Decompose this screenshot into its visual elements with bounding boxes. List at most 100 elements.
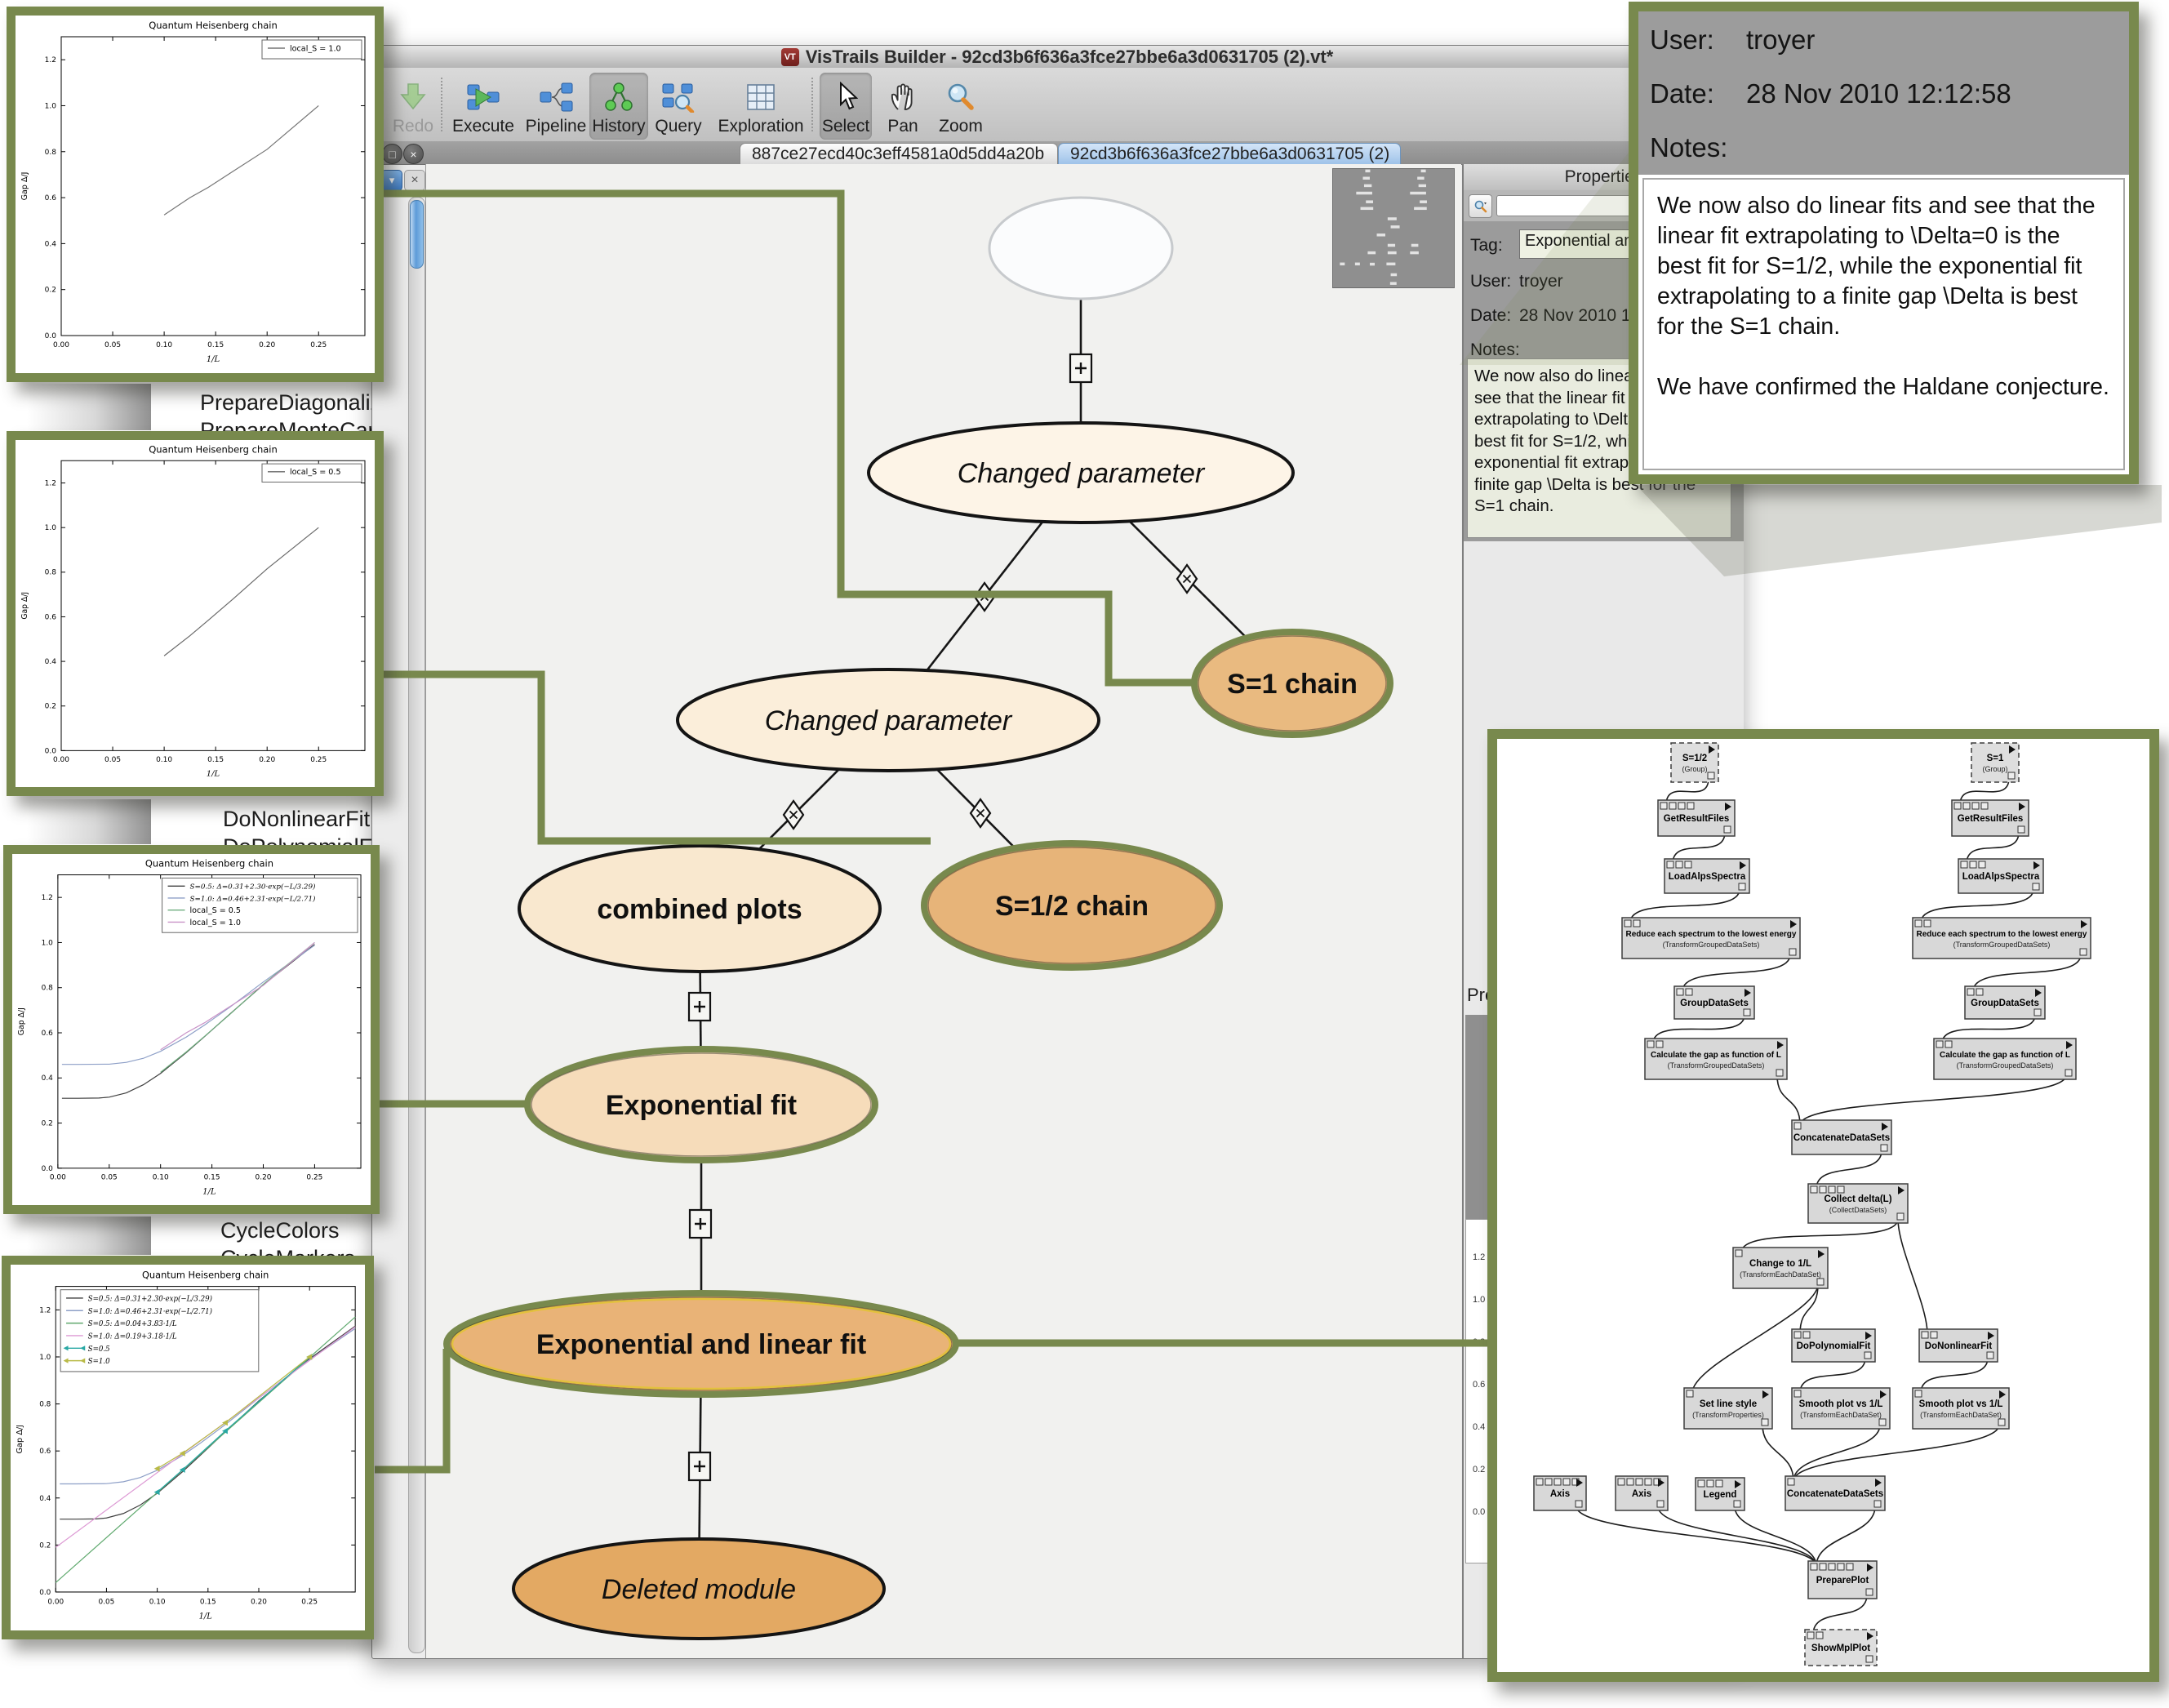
minimap-module-mark [1388,244,1395,247]
x-tick-label: 0.25 [310,341,327,349]
pipeline-connection [1813,1595,1867,1635]
pipeline-module-axis[interactable]: Axis [1616,1476,1668,1510]
diamond-expand-marker[interactable] [784,801,803,829]
pipeline-module-dononlinearfit[interactable]: DoNonlinearFit [1919,1329,1998,1362]
minimap-module-mark [1410,192,1426,195]
pipeline-module-getresultfiles[interactable]: GetResultFiles [1658,800,1735,836]
tab-xml-file[interactable]: 887ce27ecd40c3eff4581a0d5dd4a20b.xml [740,143,1058,164]
pipeline-module-prepareplot[interactable]: PreparePlot [1808,1561,1877,1599]
toolbar-button-query[interactable]: Query [651,73,705,140]
pipeline-module-reduce-each-spectrum-to-the-lowest-energy[interactable]: Reduce each spectrum to the lowest energ… [1622,918,1800,959]
clear-search-button[interactable]: × [404,170,425,191]
module-name: LoadAlpsSpectra [1669,872,1746,882]
version-node-combined-plots[interactable]: combined plots [519,846,880,972]
pipeline-module-loadalpsspectra[interactable]: LoadAlpsSpectra [1958,859,2043,893]
pipeline-module-loadalpsspectra[interactable]: LoadAlpsSpectra [1665,859,1749,893]
version-node-label: combined plots [597,894,802,925]
plus-expand-marker[interactable] [1070,354,1091,382]
toolbar-button-redo[interactable]: Redo [387,73,439,140]
pipeline-module-concatenatedatasets[interactable]: ConcatenateDataSets [1792,1120,1891,1154]
x-tick-label: 0.20 [256,1174,272,1182]
search-icon[interactable] [1469,194,1492,218]
version-node-label: Changed parameter [958,458,1206,489]
module-name: GetResultFiles [1958,814,2024,824]
tab-vt-file-selected[interactable]: 92cd3b6f636a3fce27bbe6a3d0631705 (2).vt* [1058,143,1401,164]
window-titlebar[interactable]: VT VisTrails Builder - 92cd3b6f636a3fce2… [372,46,1742,69]
module-name: ConcatenateDataSets [1787,1489,1883,1499]
user-label: User: [1650,24,1714,56]
plus-expand-marker[interactable] [689,993,710,1021]
version-node-changed-parameter-1[interactable]: Changed parameter [869,423,1293,523]
version-node-exponential-and-linear-fit[interactable]: Exponential and linear fit [447,1293,956,1394]
pipeline-module-calculate-the-gap-as-function-of-l[interactable]: Calculate the gap as function of L(Trans… [1934,1039,2076,1079]
version-node-s12-chain[interactable]: S=1/2 chain [924,843,1220,967]
module-name-label: DoNonlinearFit [223,805,384,833]
legend-entry: local_S = 1.0 [190,918,242,927]
pipeline-minimap[interactable] [1332,168,1455,288]
toolbar-button-exploration[interactable]: Exploration [715,73,807,140]
pipeline-module-groupdatasets[interactable]: GroupDataSets [1674,986,1754,1019]
pipeline-module-dopolynomialfit[interactable]: DoPolynomialFit [1792,1329,1875,1362]
version-search-scope-button[interactable]: ▾ [381,170,402,191]
pipeline-module-reduce-each-spectrum-to-the-lowest-energy[interactable]: Reduce each spectrum to the lowest energ… [1913,918,2091,959]
version-node-exponential-fit[interactable]: Exponential fit [527,1049,875,1160]
pipeline-module-axis[interactable]: Axis [1534,1476,1586,1510]
pipeline-module-calculate-the-gap-as-function-of-l[interactable]: Calculate the gap as function of L(Trans… [1645,1039,1787,1079]
minimap-module-mark [1419,185,1426,188]
toolbar-button-history[interactable]: History [589,73,648,140]
toolbar-button-pipeline[interactable]: Pipeline [524,73,588,140]
y-tick-label: 0.0 [45,747,57,755]
plus-expand-marker[interactable] [689,1452,710,1480]
pipeline-module-s-1[interactable]: S=1(Group) [1971,743,2019,782]
vertical-scrollbar[interactable] [408,197,425,1653]
pipeline-module-legend[interactable]: Legend [1696,1478,1745,1510]
diamond-expand-marker[interactable] [971,799,990,827]
version-node-changed-parameter-2[interactable]: Changed parameter [678,669,1099,771]
properties-search-input[interactable] [1496,195,1647,216]
minimap-module-mark [1391,274,1398,277]
background-window-strip [27,384,151,430]
legend-entry: S=0.5 [88,1345,110,1354]
y-tick-label: 0.4 [39,1495,51,1503]
minimap-module-mark [1421,170,1426,173]
pipeline-module-s-1-2[interactable]: S=1/2(Group) [1671,743,1718,782]
toolbar-button-execute[interactable]: Execute [447,73,519,140]
toolbar-button-zoom[interactable]: Zoom [934,73,988,140]
y-axis-label: Gap Δ/J [20,592,29,620]
x-tick-label: 0.25 [306,1174,322,1182]
pipeline-module-groupdatasets[interactable]: GroupDataSets [1965,986,2045,1019]
x-tick-label: 0.15 [207,341,224,349]
version-node-root[interactable] [989,198,1172,299]
pipeline-module-set-line-style[interactable]: Set line style(TransformProperties) [1684,1388,1772,1429]
version-tree-canvas[interactable]: Changed parameter S=1 chain Changed parame… [425,164,1461,1658]
pipeline-module-collect-delta-l[interactable]: Collect delta(L)(CollectDataSets) [1808,1184,1908,1223]
version-node-label: S=1/2 chain [995,891,1149,922]
plot-frame [61,460,365,750]
version-node-deleted-module[interactable]: Deleted module [513,1539,884,1639]
minimap-module-mark [1365,170,1370,173]
pipeline-module-change-to-1-l[interactable]: Change to 1/L(TransformEachDataSet) [1733,1248,1828,1288]
pipeline-module-smooth-plot-vs-1-l[interactable]: Smooth plot vs 1/L(TransformEachDataSet) [1913,1388,2009,1429]
pipeline-module-smooth-plot-vs-1-l[interactable]: Smooth plot vs 1/L(TransformEachDataSet) [1792,1388,1890,1429]
preview-tick-label: 1.0 [1473,1295,1485,1305]
module-name: Legend [1704,1490,1737,1500]
pipeline-module-concatenatedatasets[interactable]: ConcatenateDataSets [1785,1476,1885,1510]
toolbar-button-select[interactable]: Select [820,73,872,140]
y-tick-label: 0.4 [45,240,57,248]
scrollbar-thumb[interactable] [410,200,424,269]
notes-label: Notes: [1650,132,1727,163]
module-package-name: (TransformEachDataSet) [1740,1270,1821,1279]
plus-expand-marker[interactable] [690,1210,711,1238]
pipeline-module-showmplplot[interactable]: ShowMplPlot [1805,1630,1877,1666]
diamond-expand-marker[interactable] [1177,565,1197,593]
dock-float-button[interactable]: □ [382,144,402,164]
toolbar-button-pan[interactable]: Pan [880,73,926,140]
version-node-label: Exponential fit [606,1090,797,1121]
plot-callout-exponential-fit: 0.000.050.100.150.200.250.00.20.40.60.81… [3,845,380,1214]
preview-tick-label: 0.0 [1473,1507,1485,1517]
pipeline-module-getresultfiles[interactable]: GetResultFiles [1952,800,2029,836]
minimap-module-mark [1410,251,1419,255]
version-node-s1-chain[interactable]: S=1 chain [1194,632,1390,735]
dock-close-button[interactable]: × [403,144,424,164]
toolbar-button-label: Exploration [718,117,803,136]
